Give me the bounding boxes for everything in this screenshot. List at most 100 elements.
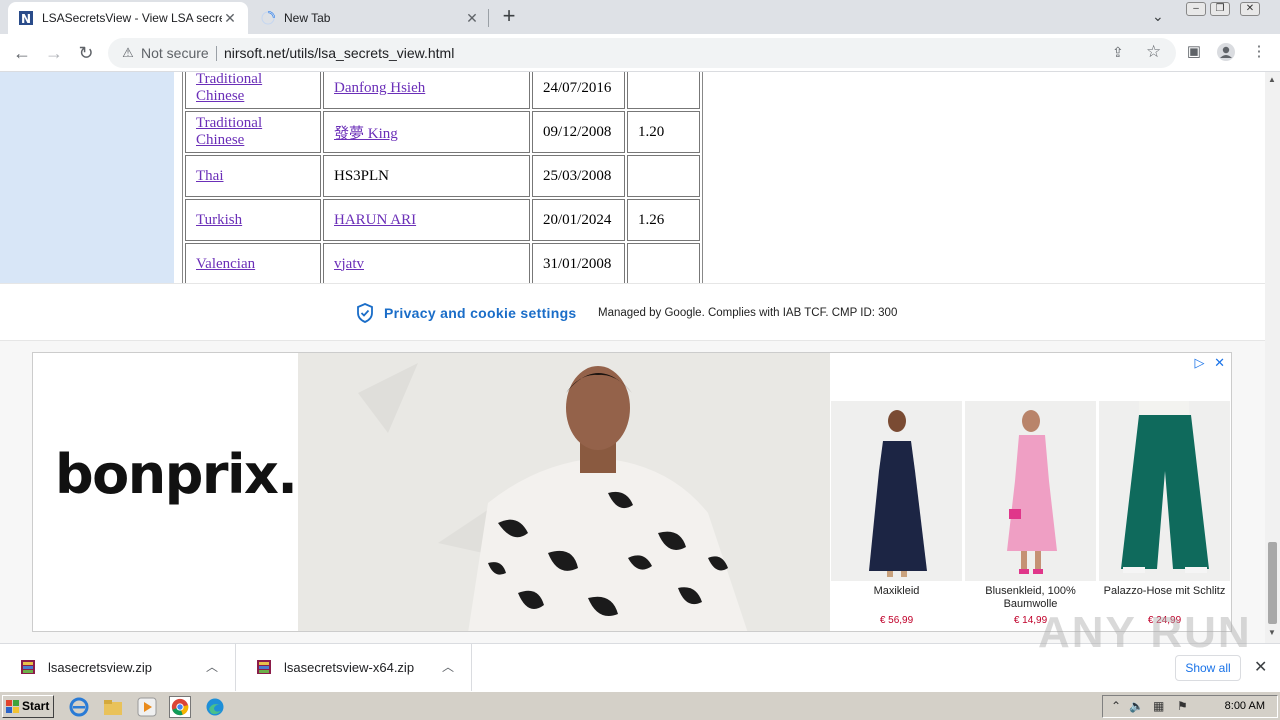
- kebab-menu-icon[interactable]: ⋮: [1249, 42, 1269, 62]
- scrollbar-thumb[interactable]: [1268, 542, 1277, 624]
- version-cell: 1.26: [627, 199, 700, 241]
- page-scrollbar[interactable]: ▲ ▼: [1265, 72, 1280, 643]
- chrome-icon[interactable]: [169, 696, 191, 718]
- scroll-down-arrow-icon[interactable]: ▼: [1268, 628, 1276, 637]
- share-icon[interactable]: ⇪: [1112, 44, 1124, 61]
- date-cell: 24/07/2016: [532, 72, 625, 109]
- language-cell: Traditional Chinese: [185, 72, 321, 109]
- language-cell: Turkish: [185, 199, 321, 241]
- nirsoft-favicon-icon: N: [19, 11, 33, 26]
- new-tab-button[interactable]: +: [498, 5, 520, 28]
- version-cell: 1.20: [627, 111, 700, 153]
- download-filename[interactable]: lsasecretsview-x64.zip: [284, 660, 414, 675]
- media-player-icon[interactable]: [136, 696, 158, 718]
- shield-check-icon[interactable]: [356, 303, 374, 323]
- bookmark-star-icon[interactable]: ☆: [1146, 42, 1161, 62]
- network-icon[interactable]: ▦: [1153, 699, 1164, 713]
- volume-icon[interactable]: 🔈: [1129, 699, 1144, 713]
- profile-avatar-icon[interactable]: [1216, 42, 1236, 62]
- anyrun-watermark: ANY RUN: [1038, 608, 1252, 657]
- advertisement-banner[interactable]: bonprix. ▷ ✕ Maxikleid € 56,99 Blusenkle…: [32, 352, 1232, 632]
- table-row: Traditional Chinese 發夢 King 09/12/2008 1…: [185, 111, 700, 153]
- warning-triangle-icon[interactable]: ⚠: [120, 45, 136, 61]
- ad-hero-image[interactable]: [298, 353, 830, 631]
- language-link[interactable]: Turkish: [196, 212, 242, 228]
- chevron-up-icon[interactable]: ︿: [442, 658, 454, 675]
- language-link[interactable]: Valencian: [196, 256, 255, 272]
- translator-link[interactable]: HARUN ARI: [334, 212, 416, 228]
- table-row: Turkish HARUN ARI 20/01/2024 1.26: [185, 199, 700, 241]
- table-row: Valencian vjatv 31/01/2008: [185, 243, 700, 285]
- product-image[interactable]: [831, 401, 962, 581]
- tab-search-chevron-icon[interactable]: ⌄: [1152, 8, 1164, 25]
- product-image[interactable]: [965, 401, 1096, 581]
- winrar-archive-icon: [21, 660, 35, 674]
- tab-lsasecretsview[interactable]: N LSASecretsView - View LSA secrets s ✕: [8, 2, 248, 34]
- bonprix-logo[interactable]: bonprix.: [55, 443, 298, 506]
- download-item[interactable]: lsasecretsview.zip ︿: [0, 644, 236, 692]
- tab-separator: [488, 9, 489, 27]
- back-arrow-icon[interactable]: ←: [10, 41, 34, 65]
- start-label: Start: [22, 699, 50, 713]
- file-explorer-icon[interactable]: [102, 696, 124, 718]
- forward-arrow-icon[interactable]: →: [42, 41, 66, 65]
- translator-link[interactable]: 發夢 King: [334, 126, 398, 142]
- minimize-button[interactable]: –: [1186, 2, 1206, 16]
- date-cell: 09/12/2008: [532, 111, 625, 153]
- privacy-cookie-bar: Privacy and cookie settings Managed by G…: [0, 283, 1265, 341]
- edge-icon[interactable]: [204, 696, 226, 718]
- close-window-button[interactable]: ✕: [1240, 2, 1260, 16]
- tab-title: New Tab: [284, 11, 331, 25]
- product-name: Maxikleid: [873, 585, 920, 597]
- translations-table: Traditional Chinese Danfong Hsieh 24/07/…: [182, 72, 703, 288]
- internet-explorer-icon[interactable]: [68, 696, 90, 718]
- restore-button[interactable]: ❐: [1210, 2, 1230, 16]
- translator-cell: vjatv: [323, 243, 530, 285]
- winrar-archive-icon: [257, 660, 271, 674]
- privacy-settings-link[interactable]: Privacy and cookie settings: [384, 305, 577, 321]
- language-link[interactable]: Traditional Chinese: [196, 115, 262, 148]
- action-center-flag-icon[interactable]: ⚑: [1177, 699, 1188, 713]
- language-cell: Traditional Chinese: [185, 111, 321, 153]
- security-label[interactable]: Not secure: [141, 45, 209, 61]
- side-panel-icon[interactable]: ▣: [1184, 42, 1204, 62]
- tray-expand-icon[interactable]: ⌃: [1111, 699, 1121, 713]
- ad-choices-controls[interactable]: ▷ ✕: [1194, 355, 1225, 371]
- left-sidebar-column: [0, 72, 174, 283]
- close-icon[interactable]: ✕: [1254, 657, 1267, 677]
- svg-text:N: N: [21, 12, 31, 26]
- product-card[interactable]: Blusenkleid, 100% Baumwolle € 14,99: [965, 401, 1096, 631]
- address-bar[interactable]: ⚠ Not secure nirsoft.net/utils/lsa_secre…: [108, 38, 1176, 68]
- scroll-up-arrow-icon[interactable]: ▲: [1268, 75, 1276, 84]
- language-link[interactable]: Thai: [196, 168, 224, 184]
- date-cell: 25/03/2008: [532, 155, 625, 197]
- tab-new-tab[interactable]: New Tab ✕: [250, 2, 490, 34]
- download-filename[interactable]: lsasecretsview.zip: [48, 660, 152, 675]
- version-cell: [627, 72, 700, 109]
- download-item[interactable]: lsasecretsview-x64.zip ︿: [236, 644, 472, 692]
- windows-flag-icon: [6, 700, 19, 713]
- clock[interactable]: 8:00 AM: [1225, 700, 1265, 712]
- product-name: Palazzo-Hose mit Schlitz: [1103, 585, 1226, 597]
- translator-link[interactable]: vjatv: [334, 256, 364, 272]
- tab-close-icon[interactable]: ✕: [464, 10, 480, 26]
- windows-taskbar: Start ⌃ 🔈 ▦ ⚑ 8:00 AM: [0, 691, 1280, 720]
- reload-icon[interactable]: ↻: [74, 41, 98, 65]
- omnibox-divider: [216, 46, 217, 61]
- translator-cell: HARUN ARI: [323, 199, 530, 241]
- version-cell: [627, 155, 700, 197]
- language-link[interactable]: Traditional Chinese: [196, 72, 262, 104]
- product-image[interactable]: [1099, 401, 1230, 581]
- translator-link[interactable]: Danfong Hsieh: [334, 80, 425, 96]
- chevron-up-icon[interactable]: ︿: [206, 658, 218, 675]
- date-cell: 31/01/2008: [532, 243, 625, 285]
- privacy-description: Managed by Google. Complies with IAB TCF…: [598, 307, 898, 319]
- tab-close-icon[interactable]: ✕: [222, 10, 238, 26]
- show-all-button[interactable]: Show all: [1175, 655, 1241, 681]
- adchoices-icon[interactable]: ▷: [1194, 355, 1204, 370]
- start-button[interactable]: Start: [2, 695, 54, 718]
- product-card[interactable]: Maxikleid € 56,99: [831, 401, 962, 631]
- product-card[interactable]: Palazzo-Hose mit Schlitz € 24,99: [1099, 401, 1230, 631]
- close-ad-icon[interactable]: ✕: [1214, 355, 1225, 370]
- url-text[interactable]: nirsoft.net/utils/lsa_secrets_view.html: [224, 45, 454, 61]
